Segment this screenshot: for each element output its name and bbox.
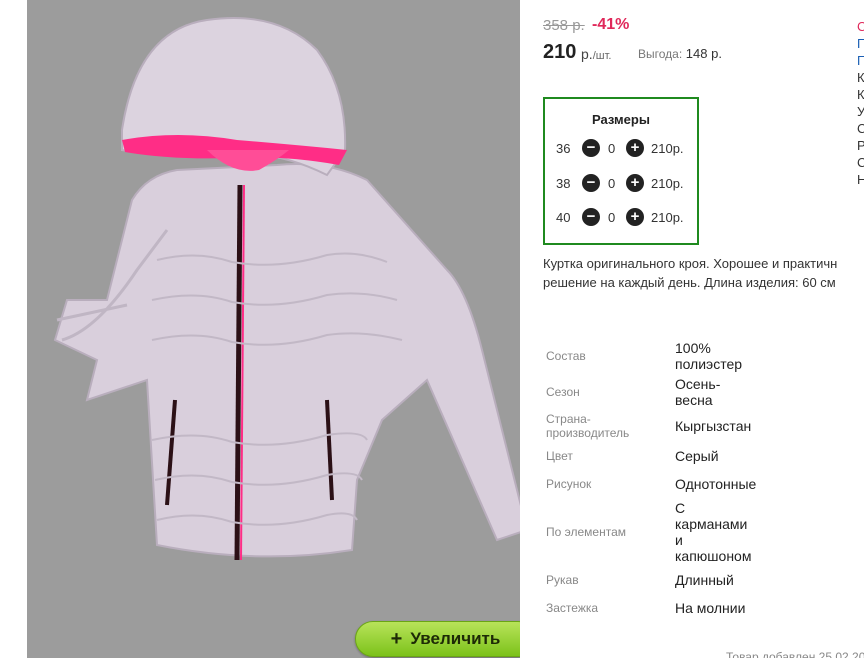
minus-icon[interactable]: − <box>582 139 600 157</box>
minus-icon[interactable]: − <box>582 208 600 226</box>
size-quantity: 0 <box>608 210 616 225</box>
sizes-title: Размеры <box>592 112 650 127</box>
old-price: 358 р. <box>543 17 585 34</box>
fragment-text: С <box>857 155 864 170</box>
plus-icon[interactable]: + <box>626 208 644 226</box>
right-column-fragment: С П П К К У С Р С Н <box>857 18 864 188</box>
fragment-text: У <box>857 104 864 119</box>
price-currency: р. <box>581 46 593 62</box>
attr-value-color: Серый <box>675 448 719 464</box>
attr-label-country: Страна-производитель <box>546 412 630 440</box>
attr-value-fastener: На молнии <box>675 600 746 616</box>
fragment-text[interactable]: П <box>857 35 864 52</box>
zoom-label: Увеличить <box>410 629 501 648</box>
size-sum: 210р. <box>651 176 684 191</box>
benefit-label: Выгода: <box>638 47 683 61</box>
attr-label-color: Цвет <box>546 449 573 463</box>
benefit: Выгода: 148 р. <box>638 46 722 61</box>
attr-label-fastener: Застежка <box>546 601 599 615</box>
attr-value-country: Кыргызстан <box>675 418 752 434</box>
attr-label-sleeve: Рукав <box>546 573 579 587</box>
size-number: 40 <box>556 210 571 225</box>
size-number: 36 <box>556 141 571 156</box>
added-date: Товар добавлен 25.02.20 <box>726 650 864 658</box>
discount-badge: -41% <box>592 16 630 33</box>
price-unit: р./шт. <box>581 46 611 62</box>
size-row: 40 − 0 + 210р. <box>545 208 697 228</box>
fragment-text: С <box>857 121 864 136</box>
size-quantity: 0 <box>608 141 616 156</box>
jacket-image <box>53 17 520 561</box>
size-sum: 210р. <box>651 141 684 156</box>
size-quantity: 0 <box>608 176 616 191</box>
attr-value-season: Осень-весна <box>675 376 721 408</box>
description-line: решение на каждый день. Длина изделия: 6… <box>543 275 836 290</box>
size-sum: 210р. <box>651 210 684 225</box>
fragment-text: Н <box>857 172 864 187</box>
attr-label-pattern: Рисунок <box>546 477 592 491</box>
size-row: 38 − 0 + 210р. <box>545 174 697 194</box>
plus-icon: + <box>390 628 403 650</box>
price-per-unit: /шт. <box>592 50 612 62</box>
attr-label-season: Сезон <box>546 385 580 399</box>
minus-icon[interactable]: − <box>582 174 600 192</box>
benefit-value: 148 р. <box>685 46 722 61</box>
attr-value-elements: С карманами и капюшоном <box>675 500 752 564</box>
current-price: 210 <box>543 41 577 63</box>
plus-icon[interactable]: + <box>626 174 644 192</box>
sizes-box: Размеры 36 − 0 + 210р. 38 − 0 + 210р. 40… <box>543 97 699 245</box>
fragment-text: К <box>857 70 864 85</box>
attr-value-sleeve: Длинный <box>675 572 734 588</box>
product-page: + Увеличить 358 р. -41% 210 р./шт. Выгод… <box>0 0 864 658</box>
plus-icon[interactable]: + <box>626 139 644 157</box>
fragment-text: К <box>857 87 864 102</box>
attr-label-elements: По элементам <box>546 525 627 539</box>
attr-value-composition: 100% полиэстер <box>675 340 743 372</box>
zoom-button[interactable]: + Увеличить <box>355 621 520 657</box>
description-line: Куртка оригинального кроя. Хорошее и пра… <box>543 256 838 271</box>
fragment-text[interactable]: П <box>857 52 864 69</box>
fragment-text: Р <box>857 138 864 153</box>
size-row: 36 − 0 + 210р. <box>545 139 697 159</box>
size-number: 38 <box>556 176 571 191</box>
attr-label-composition: Состав <box>546 349 586 363</box>
fragment-text: С <box>857 19 864 34</box>
attr-value-pattern: Однотонные <box>675 476 757 492</box>
product-description: Куртка оригинального кроя. Хорошее и пра… <box>543 254 864 292</box>
product-photo[interactable]: + Увеличить <box>27 0 520 658</box>
